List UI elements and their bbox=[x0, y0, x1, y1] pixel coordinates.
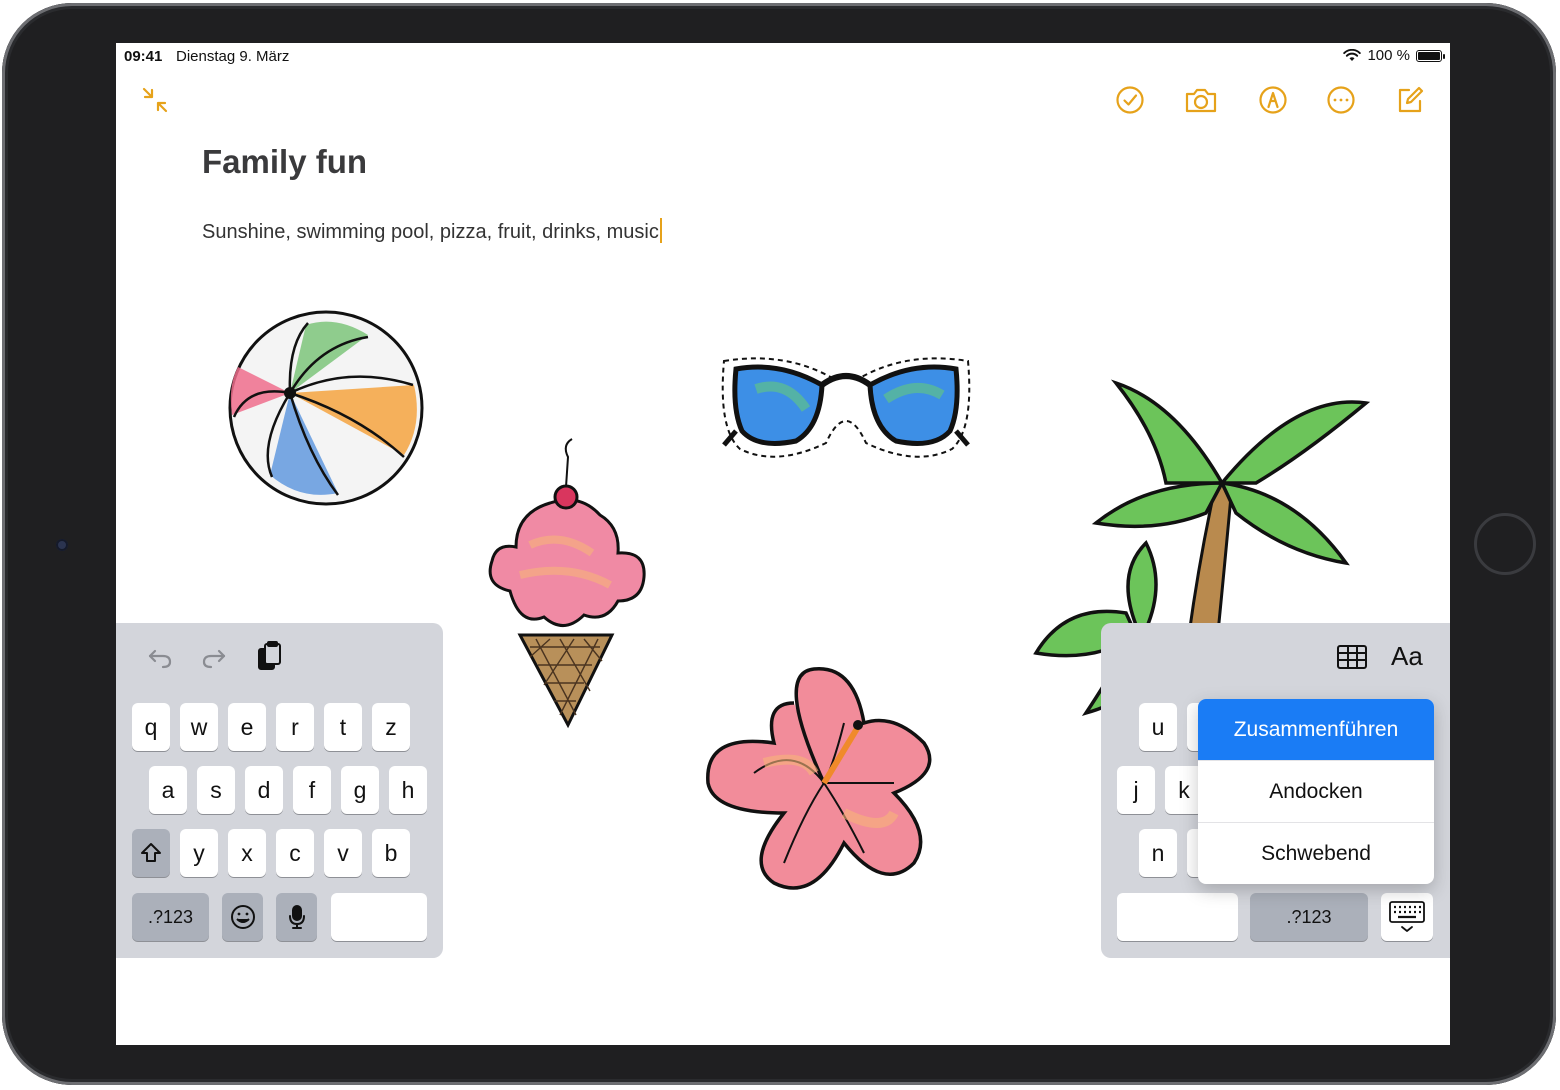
shift-key[interactable] bbox=[132, 829, 170, 877]
numbers-key[interactable]: .?123 bbox=[132, 893, 209, 941]
key-e[interactable]: e bbox=[228, 703, 266, 751]
screen: 09:41 Dienstag 9. März 100 % Family fun … bbox=[116, 43, 1450, 1045]
microphone-icon bbox=[288, 905, 305, 929]
emoji-icon bbox=[230, 905, 255, 929]
battery-percent: 100 % bbox=[1367, 47, 1410, 64]
key-a[interactable]: a bbox=[149, 766, 187, 814]
text-cursor bbox=[659, 218, 662, 243]
note-body[interactable]: Sunshine, swimming pool, pizza, fruit, d… bbox=[202, 218, 662, 244]
note-body-text: Sunshine, swimming pool, pizza, fruit, d… bbox=[202, 221, 659, 243]
collapse-icon[interactable] bbox=[138, 83, 172, 117]
keyboard-icon bbox=[1389, 901, 1425, 932]
more-icon[interactable] bbox=[1324, 83, 1358, 117]
paste-icon[interactable] bbox=[256, 641, 284, 678]
key-v[interactable]: v bbox=[324, 829, 362, 877]
format-button[interactable]: Aa bbox=[1391, 641, 1423, 672]
key-c[interactable]: c bbox=[276, 829, 314, 877]
menu-item-andocken[interactable]: Andocken bbox=[1198, 761, 1434, 823]
wifi-icon bbox=[1343, 49, 1362, 61]
beach-ball-sticker[interactable] bbox=[218, 305, 438, 515]
key-d[interactable]: d bbox=[245, 766, 283, 814]
key-s[interactable]: s bbox=[197, 766, 235, 814]
ice-cream-sticker[interactable] bbox=[480, 435, 660, 745]
key-z[interactable]: z bbox=[372, 703, 410, 751]
menu-item-zusammenfuehren[interactable]: Zusammenführen bbox=[1198, 699, 1434, 761]
key-w[interactable]: w bbox=[180, 703, 218, 751]
key-g[interactable]: g bbox=[341, 766, 379, 814]
emoji-key[interactable] bbox=[222, 893, 263, 941]
space-bar[interactable] bbox=[331, 893, 427, 941]
sunglasses-sticker[interactable] bbox=[716, 349, 976, 469]
dictation-key[interactable] bbox=[276, 893, 317, 941]
compose-icon[interactable] bbox=[1393, 83, 1427, 117]
key-q[interactable]: q bbox=[132, 703, 170, 751]
key-n[interactable]: n bbox=[1139, 829, 1177, 877]
keyboard-mode-menu: Zusammenführen Andocken Schwebend bbox=[1198, 699, 1434, 884]
key-t[interactable]: t bbox=[324, 703, 362, 751]
home-button[interactable] bbox=[1474, 513, 1536, 575]
keyboard-options-key[interactable] bbox=[1381, 893, 1433, 941]
status-time: 09:41 bbox=[124, 48, 163, 65]
markup-icon[interactable] bbox=[1256, 83, 1290, 117]
menu-item-schwebend[interactable]: Schwebend bbox=[1198, 823, 1434, 884]
undo-icon[interactable] bbox=[146, 643, 174, 676]
shift-icon bbox=[141, 843, 161, 862]
key-j[interactable]: j bbox=[1117, 766, 1155, 814]
front-camera bbox=[56, 539, 68, 551]
checklist-icon[interactable] bbox=[1113, 83, 1147, 117]
status-date: Dienstag 9. März bbox=[176, 48, 290, 65]
ipad-frame: 09:41 Dienstag 9. März 100 % Family fun … bbox=[2, 3, 1556, 1085]
camera-icon[interactable] bbox=[1184, 83, 1218, 117]
key-b[interactable]: b bbox=[372, 829, 410, 877]
note-title[interactable]: Family fun bbox=[202, 143, 367, 181]
redo-icon[interactable] bbox=[200, 643, 228, 676]
keyboard-left-half: q w e r t z a s d f g h y x c v b .?123 bbox=[116, 623, 443, 958]
status-right: 100 % bbox=[1343, 47, 1445, 64]
key-r[interactable]: r bbox=[276, 703, 314, 751]
table-icon[interactable] bbox=[1336, 643, 1368, 676]
key-x[interactable]: x bbox=[228, 829, 266, 877]
key-u[interactable]: u bbox=[1139, 703, 1177, 751]
key-f[interactable]: f bbox=[293, 766, 331, 814]
key-h[interactable]: h bbox=[389, 766, 427, 814]
battery-icon bbox=[1416, 49, 1445, 62]
key-y[interactable]: y bbox=[180, 829, 218, 877]
status-bar: 09:41 Dienstag 9. März 100 % bbox=[116, 43, 1450, 69]
hibiscus-flower-sticker[interactable] bbox=[694, 663, 954, 903]
numbers-key-right[interactable]: .?123 bbox=[1250, 893, 1368, 941]
space-bar-right[interactable] bbox=[1117, 893, 1238, 941]
